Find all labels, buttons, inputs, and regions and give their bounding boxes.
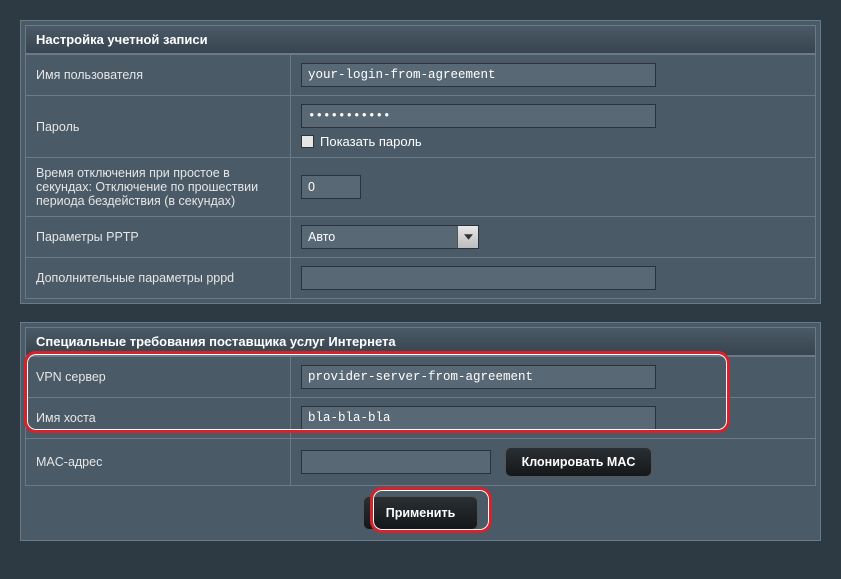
isp-requirements-table: VPN сервер Имя хоста MAC-адрес Клонирова… [25,356,816,486]
apply-button[interactable]: Применить [363,496,479,530]
vpn-server-label: VPN сервер [26,357,291,398]
hostname-input[interactable] [301,406,656,430]
show-password-label: Показать пароль [320,134,422,149]
hostname-label: Имя хоста [26,398,291,439]
idle-timeout-input[interactable] [301,175,361,199]
account-settings-table: Имя пользователя Пароль Показать пароль … [25,54,816,299]
show-password-checkbox[interactable] [301,135,314,148]
pptp-options-label: Параметры PPTP [26,217,291,258]
mac-address-input[interactable] [301,450,491,474]
account-settings-header: Настройка учетной записи [25,25,816,54]
clone-mac-button[interactable]: Клонировать MAC [505,447,653,477]
pppd-options-label: Дополнительные параметры pppd [26,258,291,299]
mac-address-label: MAC-адрес [26,439,291,486]
idle-timeout-label: Время отключения при простое в секундах:… [26,158,291,217]
isp-requirements-panel: Специальные требования поставщика услуг … [20,322,821,541]
username-label: Имя пользователя [26,55,291,96]
isp-requirements-header: Специальные требования поставщика услуг … [25,327,816,356]
chevron-down-icon[interactable] [457,225,479,249]
username-input[interactable] [301,63,656,87]
account-settings-panel: Настройка учетной записи Имя пользовател… [20,20,821,304]
pptp-options-value: Авто [301,225,479,249]
pppd-options-input[interactable] [301,266,656,290]
vpn-server-input[interactable] [301,365,656,389]
pptp-options-select[interactable]: Авто [301,225,479,249]
password-input[interactable] [301,104,656,128]
password-label: Пароль [26,96,291,158]
